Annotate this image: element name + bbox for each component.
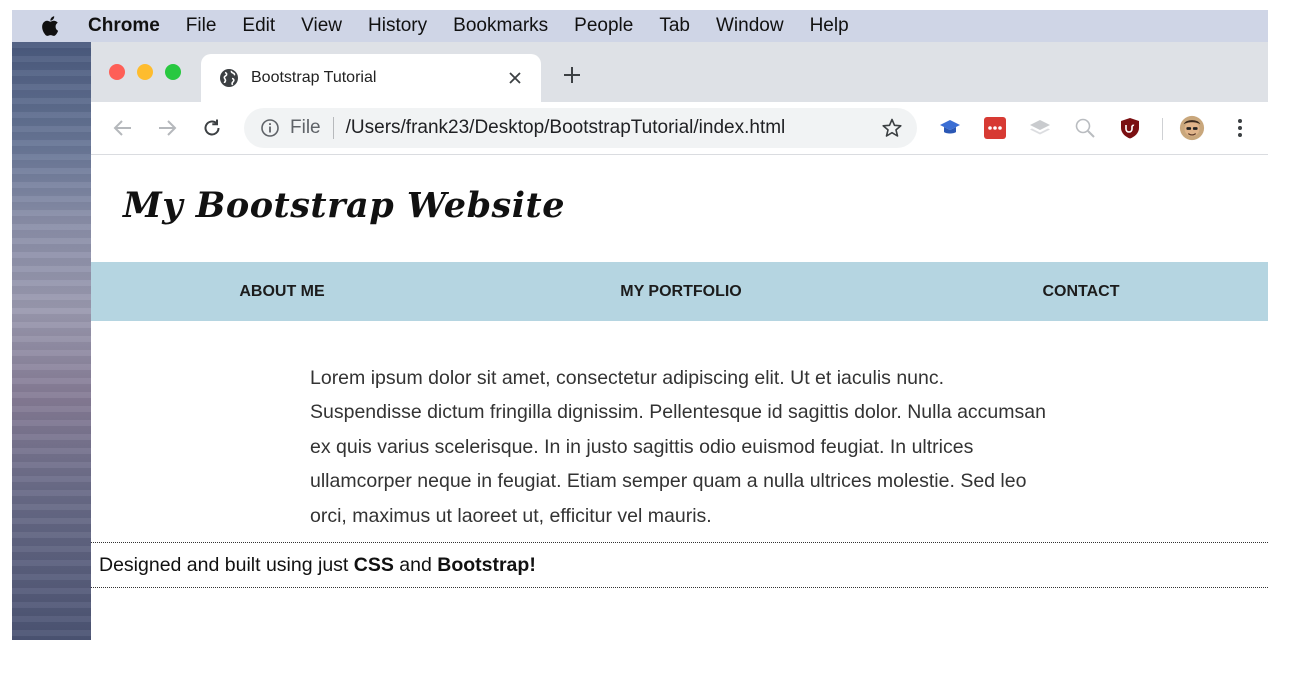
intro-paragraph: Lorem ipsum dolor sit amet, consectetur … xyxy=(310,366,1046,527)
more-dots-icon[interactable] xyxy=(982,115,1008,141)
window-minimize-button[interactable] xyxy=(137,64,153,80)
apple-logo-icon[interactable] xyxy=(40,14,66,38)
bookmark-star-icon[interactable] xyxy=(881,117,903,139)
tab-close-icon[interactable] xyxy=(503,66,527,90)
footer-tech-bootstrap: Bootstrap! xyxy=(437,553,536,576)
layers-icon[interactable] xyxy=(1027,115,1053,141)
menu-view[interactable]: View xyxy=(301,15,342,37)
footer-text: Designed and built using just CSS and Bo… xyxy=(99,554,536,577)
footer-prefix: Designed and built using just xyxy=(99,553,354,576)
nav-link-contact[interactable]: CONTACT xyxy=(1042,262,1119,321)
menu-help[interactable]: Help xyxy=(810,15,849,37)
globe-icon xyxy=(219,68,239,88)
tab-bootstrap-tutorial[interactable]: Bootstrap Tutorial xyxy=(201,54,541,102)
url-text[interactable]: /Users/frank23/Desktop/BootstrapTutorial… xyxy=(346,117,881,139)
menu-window[interactable]: Window xyxy=(716,15,784,37)
nav-link-about-me[interactable]: ABOUT ME xyxy=(239,262,324,321)
window-close-button[interactable] xyxy=(109,64,125,80)
address-bar[interactable]: File /Users/frank23/Desktop/BootstrapTut… xyxy=(244,108,917,148)
site-title: My Bootstrap Website xyxy=(123,185,565,226)
url-scheme-label: File xyxy=(290,117,321,138)
graduation-cap-icon[interactable] xyxy=(937,115,963,141)
page-content: My Bootstrap Website ABOUT ME MY PORTFOL… xyxy=(91,155,1268,640)
menu-app-chrome[interactable]: Chrome xyxy=(88,15,160,37)
nav-link-my-portfolio[interactable]: MY PORTFOLIO xyxy=(620,262,741,321)
menu-bookmarks[interactable]: Bookmarks xyxy=(453,15,548,37)
footer-middle: and xyxy=(393,553,438,576)
url-separator xyxy=(332,117,334,139)
new-tab-icon[interactable] xyxy=(561,64,583,86)
ublock-shield-icon[interactable] xyxy=(1117,115,1143,141)
site-footer: Designed and built using just CSS and Bo… xyxy=(91,542,1268,588)
menu-people[interactable]: People xyxy=(574,15,633,37)
magnifier-icon[interactable] xyxy=(1072,115,1098,141)
macos-menubar: Chrome File Edit View History Bookmarks … xyxy=(12,10,1268,42)
footer-tech-css: CSS xyxy=(353,553,394,576)
menu-file[interactable]: File xyxy=(186,15,217,37)
toolbar-divider xyxy=(1162,118,1163,140)
browser-window: Bootstrap Tutorial File /Users/frank23/D… xyxy=(91,42,1268,640)
site-navbar: ABOUT ME MY PORTFOLIO CONTACT xyxy=(91,262,1268,321)
profile-avatar[interactable] xyxy=(1179,115,1205,141)
window-zoom-button[interactable] xyxy=(165,64,181,80)
forward-arrow-icon[interactable] xyxy=(155,116,179,140)
tab-title: Bootstrap Tutorial xyxy=(251,69,377,86)
menu-history[interactable]: History xyxy=(368,15,427,37)
site-info-icon[interactable] xyxy=(260,118,280,138)
menu-tab[interactable]: Tab xyxy=(659,15,690,37)
reload-icon[interactable] xyxy=(200,116,224,140)
tab-strip: Bootstrap Tutorial xyxy=(91,42,1268,102)
kebab-menu-icon[interactable] xyxy=(1227,115,1253,141)
browser-toolbar: File /Users/frank23/Desktop/BootstrapTut… xyxy=(91,102,1268,155)
desktop-wallpaper xyxy=(12,42,91,640)
menu-edit[interactable]: Edit xyxy=(242,15,275,37)
back-arrow-icon[interactable] xyxy=(111,116,135,140)
